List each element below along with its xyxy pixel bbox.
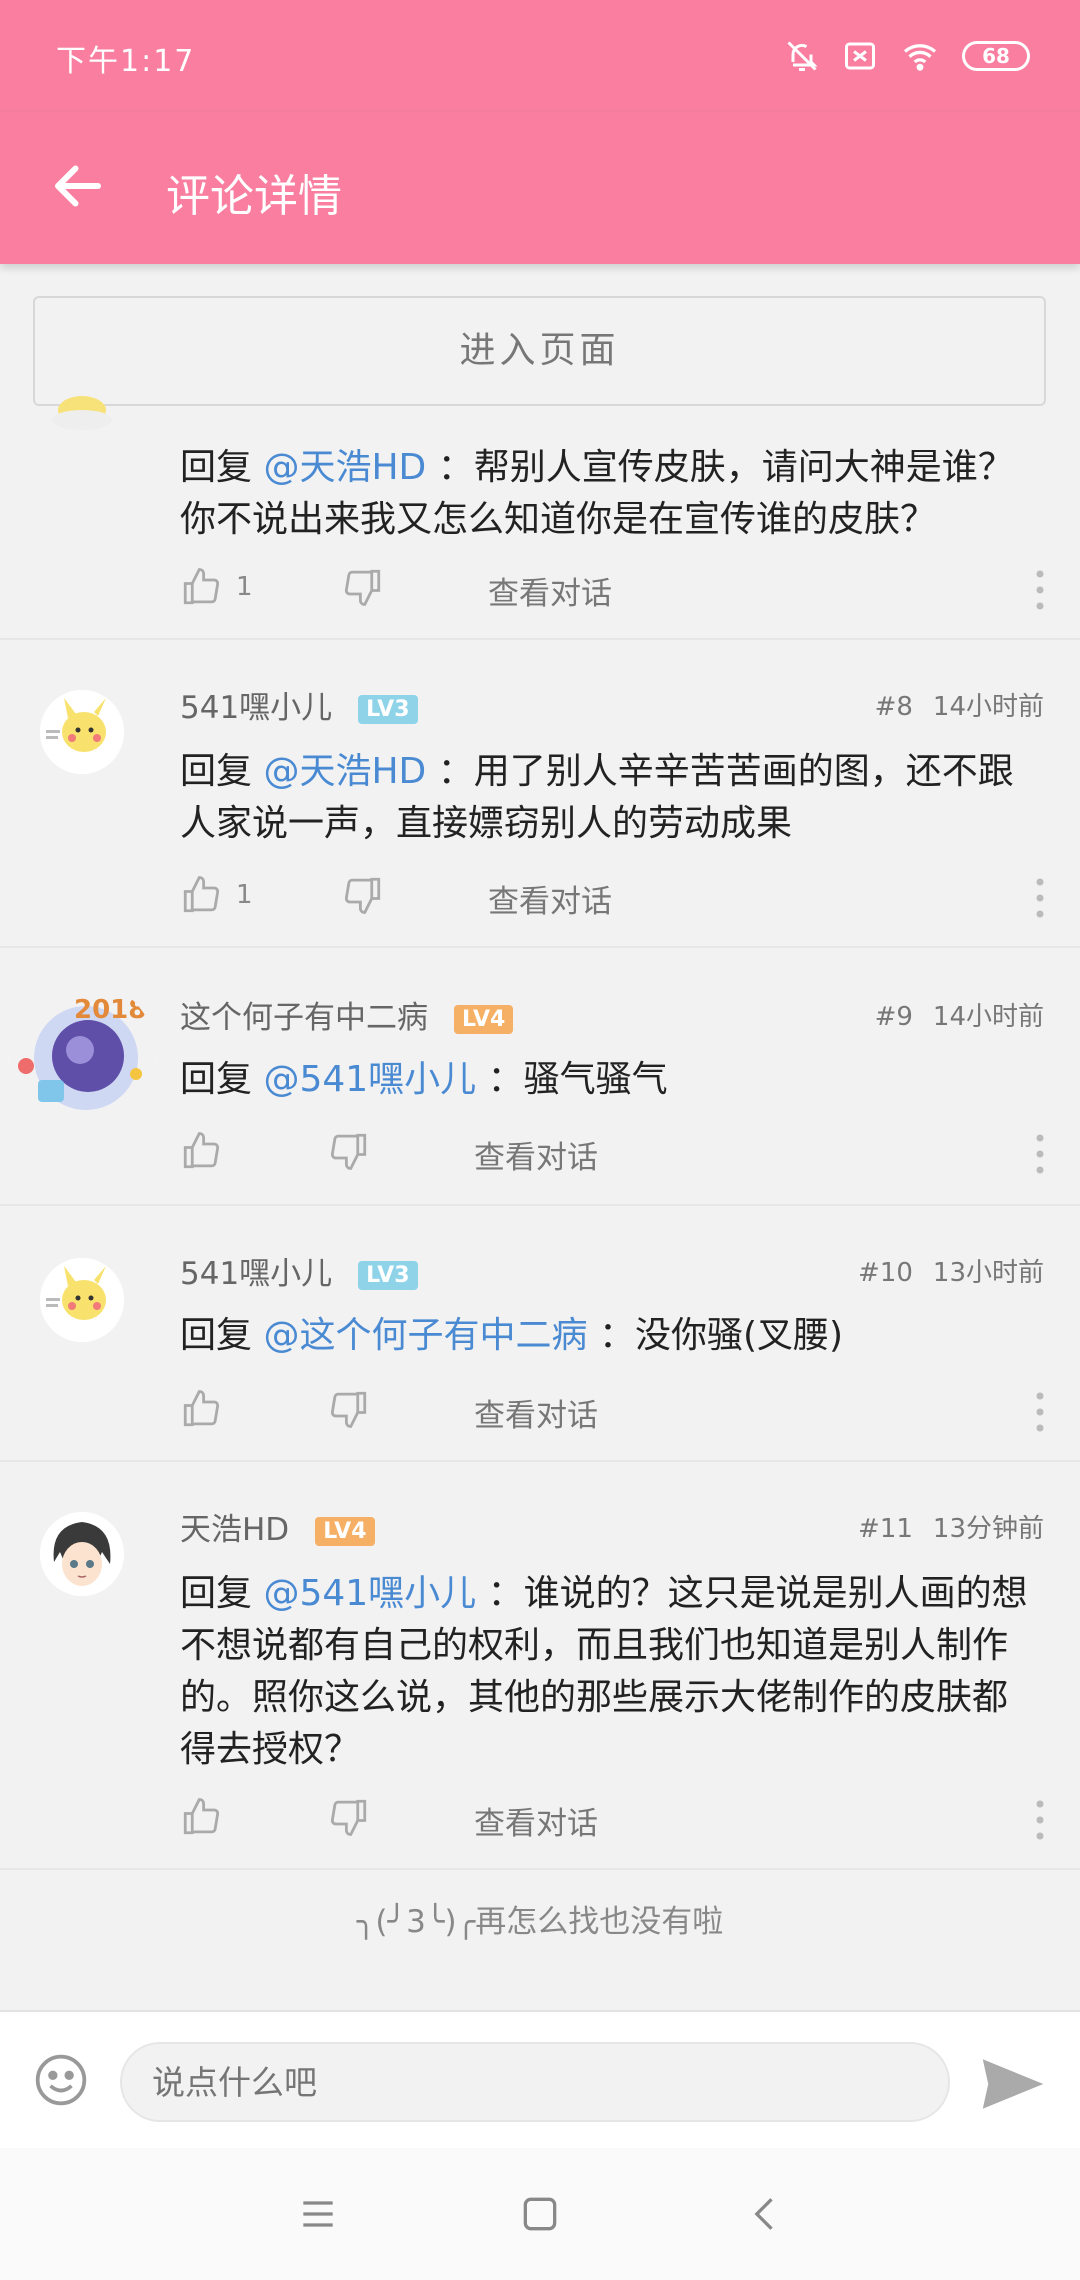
level-badge: LV4 <box>315 1517 375 1546</box>
comment-time: 13小时前 <box>932 1258 1044 1288</box>
mention-link[interactable]: @541嘿小儿 <box>263 1573 476 1614</box>
username[interactable]: 天浩HD LV4 <box>180 1504 375 1549</box>
avatar[interactable] <box>40 1512 124 1596</box>
level-badge: LV3 <box>358 695 418 724</box>
reply-prefix: 回复 <box>180 751 253 792</box>
comment-body: 回复 @541嘿小儿 ：谁说的？这只是说是别人画的想不想说都有自己的权利，而且我… <box>180 1568 1040 1776</box>
username-text: 这个何子有中二病 <box>180 1000 428 1036</box>
thumbs-down-icon[interactable] <box>328 1388 370 1430</box>
menu-icon[interactable] <box>296 2192 340 2236</box>
comment-item: 2018 这个何子有中二病 LV4 #9 14小时前 回复 @541嘿小儿 ：骚气骚… <box>0 950 1080 1206</box>
floor-number: #10 <box>858 1258 913 1288</box>
view-conversation-link[interactable]: 查看对话 <box>474 1132 598 1177</box>
comment-item: 541嘿小儿 LV3 #10 13小时前 回复 @这个何子有中二病 ：没你骚(叉腰)… <box>0 1208 1080 1462</box>
avatar[interactable]: 2018 <box>8 980 156 1128</box>
thumbs-up-icon[interactable] <box>180 1796 222 1838</box>
like-count: 1 <box>236 880 253 910</box>
page-title: 评论详情 <box>166 171 342 222</box>
enter-page-button[interactable]: 进入页面 <box>33 296 1046 406</box>
more-vertical-icon[interactable] <box>1030 1132 1050 1176</box>
reply-prefix: 回复 <box>180 447 253 488</box>
thumbs-down-icon[interactable] <box>342 566 384 608</box>
thumbs-down-icon[interactable] <box>342 874 384 916</box>
comment-item: 541嘿小儿 LV3 #8 14小时前 回复 @天浩HD ：用了别人辛辛苦苦画的图，… <box>0 642 1080 948</box>
mention-link[interactable]: @天浩HD <box>263 751 426 792</box>
avatar[interactable] <box>40 690 124 774</box>
view-conversation-link[interactable]: 查看对话 <box>488 568 612 613</box>
comment-item: 回复 @天浩HD ：帮别人宣传皮肤，请问大神是谁？你不说出来我又怎么知道你是在宣… <box>0 396 1080 640</box>
view-conversation-link[interactable]: 查看对话 <box>474 1390 598 1435</box>
comment-time: 14小时前 <box>932 692 1044 722</box>
comment-body: 回复 @541嘿小儿 ：骚气骚气 <box>180 1054 1040 1106</box>
end-of-list-message: ╮(╯3╰)╭再怎么找也没有啦 <box>356 1904 724 1940</box>
status-icons: 68 <box>784 38 1030 74</box>
comment-body: 回复 @天浩HD ：帮别人宣传皮肤，请问大神是谁？你不说出来我又怎么知道你是在宣… <box>180 442 1040 546</box>
more-vertical-icon[interactable] <box>1030 1798 1050 1842</box>
thumbs-down-icon[interactable] <box>328 1130 370 1172</box>
floor-number: #11 <box>858 1514 913 1544</box>
username-text: 天浩HD <box>180 1512 290 1548</box>
reply-prefix: 回复 <box>180 1573 253 1614</box>
svg-text:2018: 2018 <box>74 995 146 1025</box>
floor-number: #9 <box>874 1002 913 1032</box>
smiley-icon[interactable] <box>33 2052 89 2108</box>
username-text: 541嘿小儿 <box>180 1256 333 1292</box>
avatar[interactable] <box>40 390 124 440</box>
reply-prefix: 回复 <box>180 1059 253 1100</box>
system-nav-bar <box>0 2148 1080 2280</box>
comment-actions: 查看对话 <box>180 1388 1050 1438</box>
floor-number: #8 <box>874 692 913 722</box>
home-square-icon[interactable] <box>518 2192 562 2236</box>
thumbs-down-icon[interactable] <box>328 1796 370 1838</box>
more-vertical-icon[interactable] <box>1030 568 1050 612</box>
comment-item: 天浩HD LV4 #11 13分钟前 回复 @541嘿小儿 ：谁说的？这只是说是别人… <box>0 1464 1080 1870</box>
comment-input[interactable] <box>120 2042 950 2122</box>
mention-link[interactable]: @这个何子有中二病 <box>263 1315 587 1356</box>
comment-time: 14小时前 <box>932 1002 1044 1032</box>
reply-prefix: 回复 <box>180 1315 253 1356</box>
sim-off-icon <box>845 42 875 70</box>
send-icon[interactable] <box>980 2056 1046 2112</box>
thumbs-up-icon[interactable] <box>180 1388 222 1430</box>
comment-meta: #9 14小时前 <box>875 996 1044 1033</box>
username[interactable]: 541嘿小儿 LV3 <box>180 682 418 727</box>
comment-body: 回复 @这个何子有中二病 ：没你骚(叉腰) <box>180 1310 1040 1362</box>
comment-meta: #8 14小时前 <box>875 686 1044 723</box>
more-vertical-icon[interactable] <box>1030 876 1050 920</box>
status-bar: 下午1:17 68 <box>0 0 1080 112</box>
thumbs-up-icon[interactable] <box>180 1130 222 1172</box>
level-badge: LV4 <box>454 1005 514 1034</box>
comment-actions: 查看对话 <box>180 1796 1050 1846</box>
more-vertical-icon[interactable] <box>1030 1390 1050 1434</box>
comment-text: ：骚气骚气 <box>487 1059 668 1100</box>
mention-link[interactable]: @541嘿小儿 <box>263 1059 476 1100</box>
view-conversation-link[interactable]: 查看对话 <box>474 1798 598 1843</box>
back-chevron-icon[interactable] <box>744 2192 788 2236</box>
status-time: 下午1:17 <box>56 44 196 79</box>
comment-input-bar <box>0 2010 1080 2148</box>
username[interactable]: 这个何子有中二病 LV4 <box>180 992 514 1037</box>
arrow-left-icon[interactable] <box>48 156 108 216</box>
app-bar: 评论详情 <box>0 112 1080 264</box>
bell-muted-icon <box>787 41 818 71</box>
username-text: 541嘿小儿 <box>180 690 333 726</box>
wifi-icon <box>903 44 937 71</box>
comment-actions: 1 查看对话 <box>180 566 1050 616</box>
comment-meta: #11 13分钟前 <box>858 1508 1044 1545</box>
comment-text: ：没你骚(叉腰) <box>598 1315 844 1356</box>
comment-body: 回复 @天浩HD ：用了别人辛辛苦苦画的图，还不跟人家说一声，直接嫖窃别人的劳动… <box>180 746 1040 850</box>
comment-actions: 查看对话 <box>180 1130 1050 1180</box>
view-conversation-link[interactable]: 查看对话 <box>488 876 612 921</box>
thumbs-up-icon[interactable] <box>180 874 222 916</box>
battery-icon: 68 <box>962 41 1030 71</box>
level-badge: LV3 <box>358 1261 418 1290</box>
username[interactable]: 541嘿小儿 LV3 <box>180 1248 418 1293</box>
comment-time: 13分钟前 <box>932 1514 1044 1544</box>
comment-meta: #10 13小时前 <box>858 1252 1044 1289</box>
mention-link[interactable]: @天浩HD <box>263 447 426 488</box>
comment-actions: 1 查看对话 <box>180 874 1050 924</box>
like-count: 1 <box>236 572 253 602</box>
thumbs-up-icon[interactable] <box>180 566 222 608</box>
avatar[interactable] <box>40 1258 124 1342</box>
